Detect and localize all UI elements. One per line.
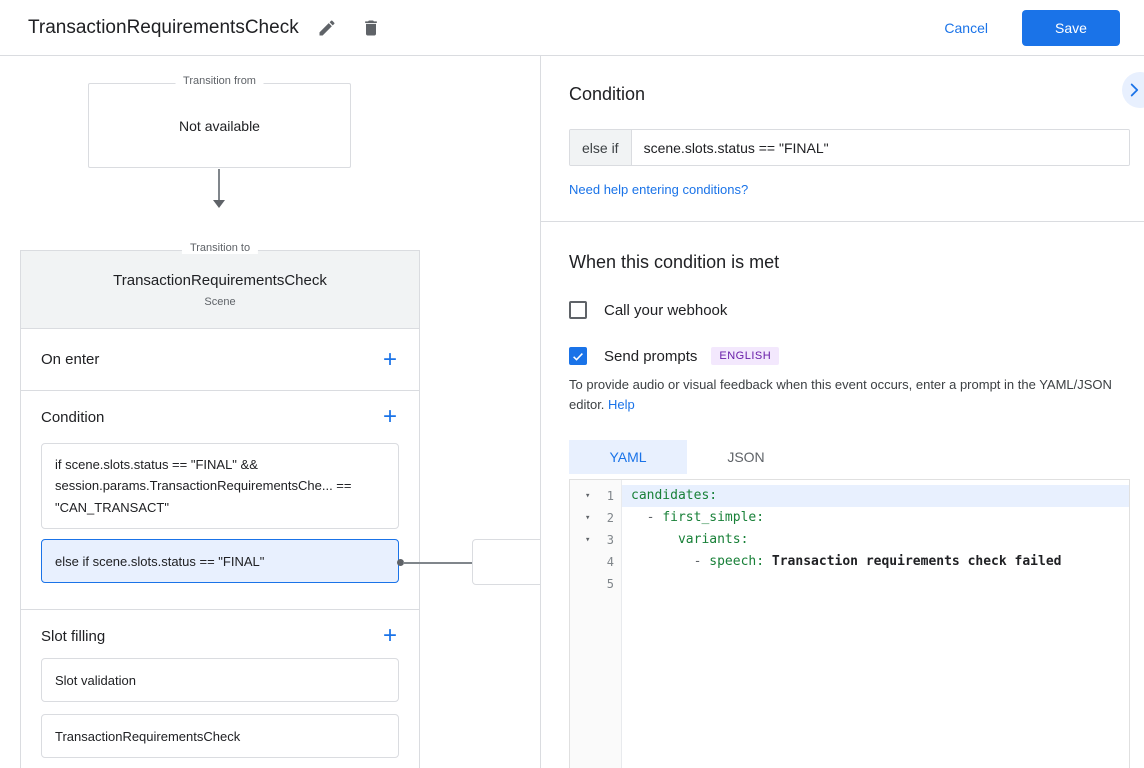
on-enter-section: On enter +: [21, 329, 419, 391]
cancel-button[interactable]: Cancel: [944, 20, 988, 36]
transition-from-value: Not available: [179, 118, 260, 134]
condition-item-2-selected[interactable]: else if scene.slots.status == "FINAL": [41, 539, 399, 583]
code-line[interactable]: [622, 573, 1129, 595]
app-root: TransactionRequirementsCheck Cancel Save…: [0, 0, 1144, 768]
code-token: -: [631, 510, 662, 525]
gutter-line: 5: [570, 573, 621, 595]
trash-icon: [361, 18, 381, 38]
on-enter-label: On enter: [41, 351, 99, 368]
transition-from-label: Transition from: [175, 75, 264, 87]
panel-condition-title: Condition: [569, 84, 1130, 105]
gutter-line: 4: [570, 551, 621, 573]
transition-arrow-line: [218, 169, 220, 200]
code-line[interactable]: candidates:: [622, 485, 1129, 507]
line-number: 2: [600, 511, 614, 525]
add-on-enter-button[interactable]: +: [381, 350, 399, 370]
slot-item-2[interactable]: TransactionRequirementsCheck: [41, 714, 399, 758]
prompts-description-text: To provide audio or visual feedback when…: [569, 377, 1112, 412]
scene-title: TransactionRequirementsCheck: [113, 272, 327, 289]
send-prompts-checkbox[interactable]: [569, 347, 587, 365]
code-token: speech:: [709, 554, 764, 569]
fold-arrow-icon[interactable]: ▾: [585, 535, 597, 545]
webhook-checkbox[interactable]: [569, 301, 587, 319]
transition-to-label: Transition to: [182, 242, 258, 254]
fold-arrow-icon[interactable]: ▾: [585, 491, 597, 501]
condition-section: Condition + if scene.slots.status == "FI…: [21, 391, 419, 610]
add-condition-button[interactable]: +: [381, 407, 399, 427]
condition-item-1[interactable]: if scene.slots.status == "FINAL" && sess…: [41, 443, 399, 529]
connector-line: [403, 562, 473, 564]
gutter-line: ▾2: [570, 507, 621, 529]
condition-expression-row: else if: [569, 129, 1130, 166]
send-prompts-row: Send prompts ENGLISH: [569, 347, 1130, 365]
code-token: first_simple:: [662, 510, 764, 525]
line-number: 4: [600, 555, 614, 569]
prompts-help-link[interactable]: Help: [608, 397, 635, 412]
webhook-label: Call your webhook: [604, 302, 727, 319]
code-line[interactable]: - first_simple:: [622, 507, 1129, 529]
scene-card: Transition to TransactionRequirementsChe…: [20, 250, 420, 768]
code-token: [631, 532, 678, 547]
tab-yaml[interactable]: YAML: [569, 440, 687, 474]
chevron-right-icon: [1123, 79, 1144, 101]
editor-tabs: YAML JSON: [569, 440, 1130, 474]
add-slot-button[interactable]: +: [381, 626, 399, 646]
fold-arrow-icon[interactable]: ▾: [585, 513, 597, 523]
scene-subtitle: Scene: [204, 296, 235, 308]
scene-header[interactable]: TransactionRequirementsCheck Scene: [21, 251, 419, 329]
page-title: TransactionRequirementsCheck: [28, 17, 299, 39]
prompts-description: To provide audio or visual feedback when…: [569, 375, 1130, 414]
condition-input[interactable]: [632, 130, 1129, 165]
code-token: -: [631, 554, 709, 569]
code-line[interactable]: - speech: Transaction requirements check…: [622, 551, 1129, 573]
pencil-icon: [317, 18, 337, 38]
condition-detail-panel: Condition else if Need help entering con…: [540, 56, 1144, 768]
yaml-editor[interactable]: ▾1▾2▾345 candidates: - first_simple: var…: [569, 479, 1130, 768]
condition-prefix: else if: [570, 130, 632, 165]
code-token: variants:: [678, 532, 748, 547]
line-number: 3: [600, 533, 614, 547]
condition-section-label: Condition: [41, 409, 104, 426]
yaml-editor-gutter: ▾1▾2▾345: [570, 480, 622, 768]
checkmark-icon: [571, 349, 585, 364]
yaml-editor-lines[interactable]: candidates: - first_simple: variants: - …: [622, 480, 1129, 768]
delete-scene-button[interactable]: [355, 12, 387, 44]
save-button[interactable]: Save: [1022, 10, 1120, 46]
when-condition-met-section: When this condition is met Call your web…: [541, 222, 1144, 768]
code-line[interactable]: variants:: [622, 529, 1129, 551]
line-number: 1: [600, 489, 614, 503]
transition-arrow-head-icon: [213, 200, 225, 208]
slot-filling-section: Slot filling + Slot validation Transacti…: [21, 610, 419, 768]
webhook-row: Call your webhook: [569, 301, 1130, 319]
gutter-line: ▾1: [570, 485, 621, 507]
slot-item-1[interactable]: Slot validation: [41, 658, 399, 702]
panel-condition-section: Condition else if Need help entering con…: [541, 56, 1144, 222]
language-badge: ENGLISH: [711, 347, 779, 365]
condition-help-link[interactable]: Need help entering conditions?: [569, 182, 748, 197]
top-bar: TransactionRequirementsCheck Cancel Save: [0, 0, 1144, 56]
tab-json[interactable]: JSON: [687, 440, 805, 474]
line-number: 5: [600, 577, 614, 591]
transition-from-box[interactable]: Transition from Not available: [88, 83, 351, 168]
edit-title-button[interactable]: [311, 12, 343, 44]
code-token: candidates:: [631, 488, 717, 503]
slot-filling-label: Slot filling: [41, 628, 105, 645]
when-condition-met-title: When this condition is met: [569, 252, 1130, 273]
code-token: Transaction requirements check failed: [764, 554, 1061, 569]
send-prompts-label: Send prompts: [604, 348, 697, 365]
gutter-line: ▾3: [570, 529, 621, 551]
